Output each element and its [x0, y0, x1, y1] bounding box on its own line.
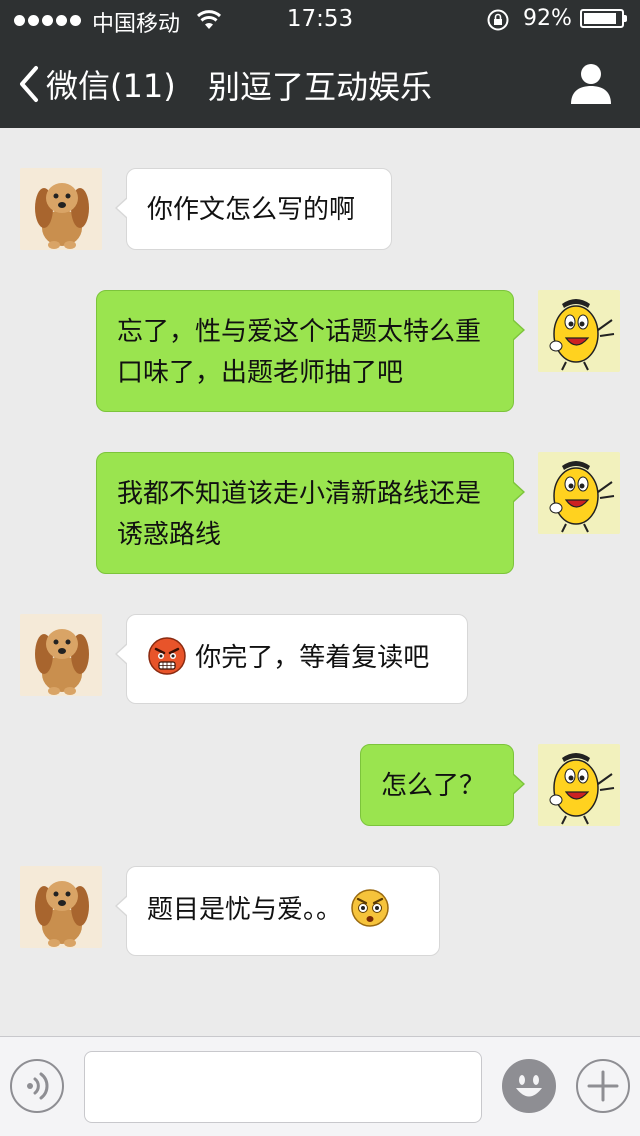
message-bubble-incoming[interactable]: 你作文怎么写的啊 — [115, 168, 392, 250]
message-text: 你作文怎么写的啊 — [147, 195, 356, 225]
puppy-avatar-icon — [20, 866, 102, 948]
message-bubble-outgoing[interactable]: 我都不知道该走小清新路线还是诱惑路线 — [96, 452, 525, 574]
chat-area[interactable]: 你作文怎么写的啊 忘了，性与爱这个话题太特么重口味了，出题老师抽了吧 我都不知道… — [0, 128, 640, 1036]
message-bubble-incoming[interactable]: 题目是忧与爱。。 — [115, 866, 440, 956]
cartoon-bean-avatar-icon — [538, 452, 620, 534]
cartoon-bean-avatar-icon — [538, 744, 620, 826]
contact-avatar[interactable] — [20, 866, 102, 948]
contact-avatar[interactable] — [20, 168, 102, 250]
my-avatar[interactable] — [538, 290, 620, 372]
voice-input-button[interactable] — [10, 1059, 64, 1113]
puppy-avatar-icon — [20, 614, 102, 696]
angry-face-icon — [148, 637, 186, 675]
message-bubble-incoming[interactable]: 你完了，等着复读吧 — [115, 614, 468, 704]
message-text: 怎么了？ — [381, 771, 486, 801]
smiley-face-icon — [505, 1062, 553, 1110]
nav-bar: 微信(11) 别逗了互动娱乐 — [0, 40, 640, 128]
shocked-face-icon — [351, 889, 390, 927]
message-bubble-outgoing[interactable]: 忘了，性与爱这个话题太特么重口味了，出题老师抽了吧 — [96, 290, 525, 412]
chat-title: 别逗了互动娱乐 — [207, 68, 432, 106]
voice-icon — [27, 1072, 49, 1100]
input-bar — [0, 1036, 640, 1136]
header: 中国移动 17:53 92% 微信(11) 别逗了互动娱乐 — [0, 0, 640, 128]
message-text: 你完了，等着复读吧 — [195, 643, 430, 673]
message-text: 题目是忧与爱。。 — [147, 895, 343, 925]
message-input[interactable] — [84, 1051, 482, 1123]
message-text: 我都不知道该走小清新路线还是诱惑路线 — [117, 479, 482, 550]
emoji-button[interactable] — [502, 1059, 556, 1113]
person-icon — [571, 64, 611, 104]
rotation-lock-icon — [487, 9, 509, 31]
chat-info-button[interactable] — [568, 62, 614, 106]
battery-icon — [580, 9, 627, 28]
status-bar: 中国移动 17:53 92% — [0, 0, 640, 40]
plus-icon — [587, 1070, 619, 1102]
my-avatar[interactable] — [538, 744, 620, 826]
puppy-avatar-icon — [20, 168, 102, 250]
message-bubble-outgoing[interactable]: 怎么了？ — [360, 744, 525, 826]
my-avatar[interactable] — [538, 452, 620, 534]
add-attachment-button[interactable] — [576, 1059, 630, 1113]
battery-percent: 92% — [523, 6, 572, 31]
message-text: 忘了，性与爱这个话题太特么重口味了，出题老师抽了吧 — [117, 317, 482, 388]
cartoon-bean-avatar-icon — [538, 290, 620, 372]
contact-avatar[interactable] — [20, 614, 102, 696]
